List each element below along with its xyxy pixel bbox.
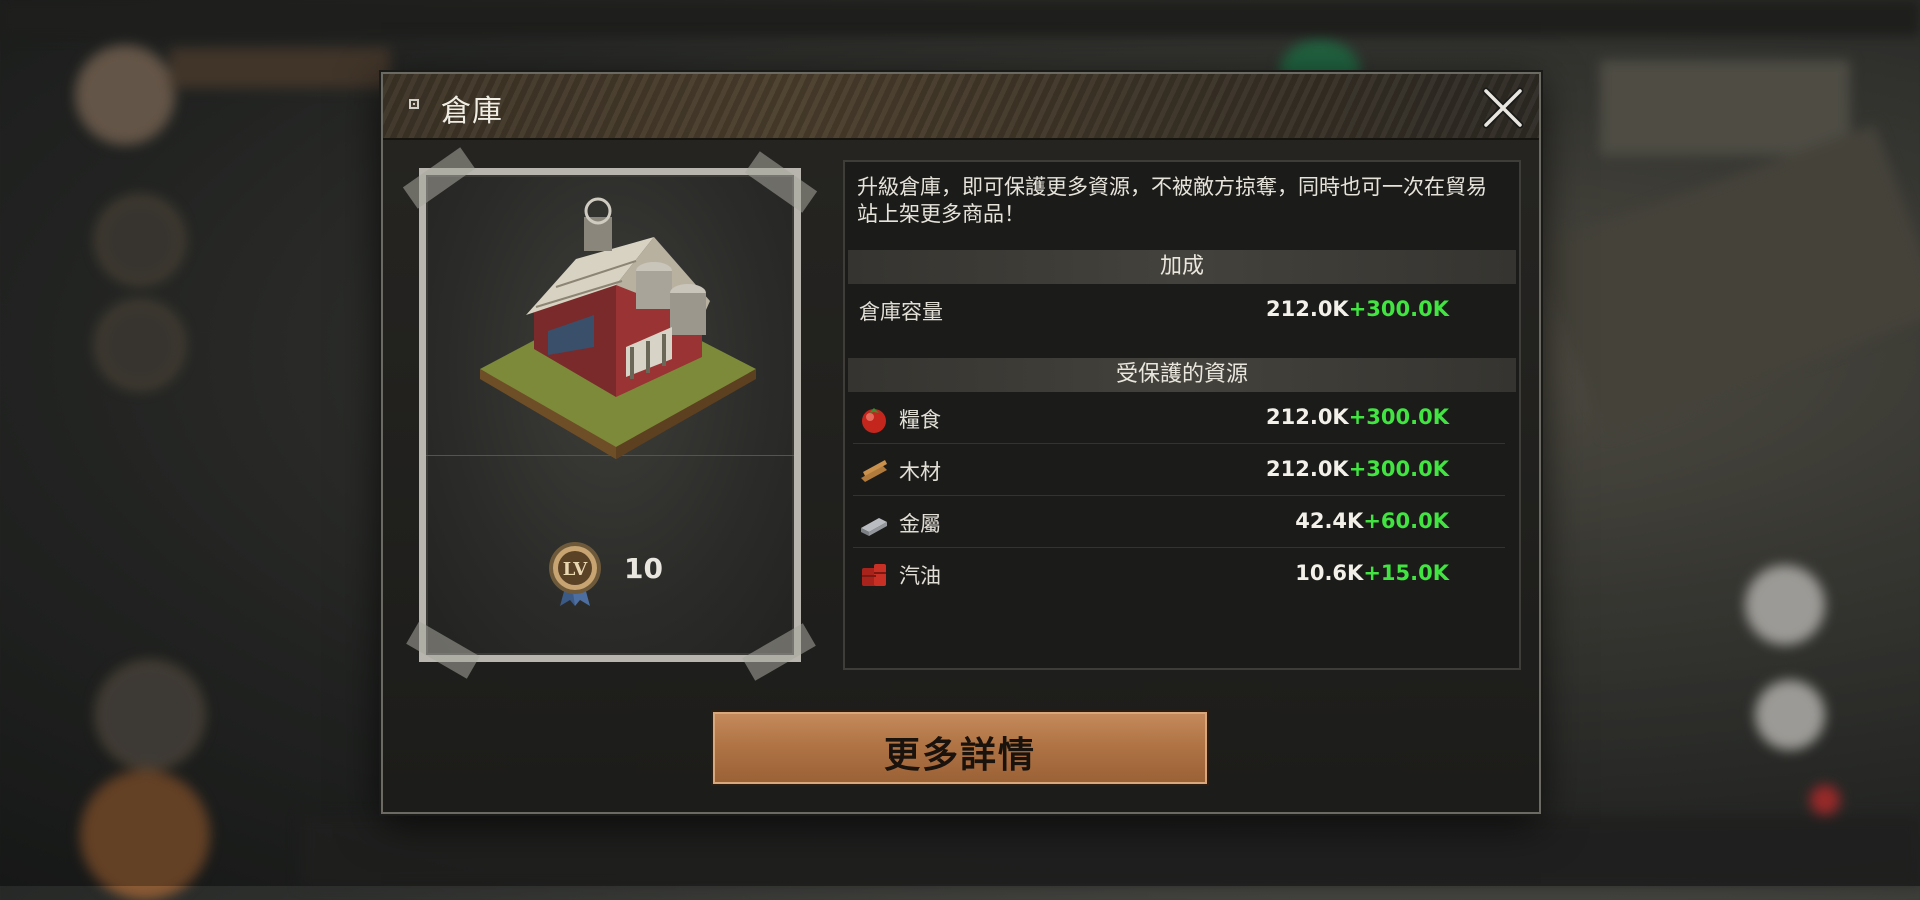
- stat-value: 212.0K+300.0K: [1266, 297, 1449, 321]
- resource-value: 212.0K+300.0K: [1266, 405, 1449, 429]
- resource-bonus-value: +300.0K: [1348, 405, 1449, 429]
- tape-decoration: [742, 623, 816, 681]
- resource-value: 42.4K+60.0K: [1295, 509, 1449, 533]
- dialog-header: 倉庫: [383, 74, 1539, 140]
- stat-bonus-value: +300.0K: [1348, 297, 1449, 321]
- protected-section-header: 受保護的資源: [848, 358, 1516, 392]
- oil-barrel-icon: [862, 564, 886, 586]
- resource-bonus-value: +60.0K: [1363, 509, 1449, 533]
- stat-label: 倉庫容量: [859, 300, 943, 324]
- metal-ingot-icon: [861, 518, 887, 536]
- resource-row-oil: 汽油 10.6K+15.0K: [845, 548, 1519, 600]
- resource-row-metal: 金屬 42.4K+60.0K: [845, 496, 1519, 548]
- dialog-title: 倉庫: [441, 94, 503, 129]
- tape-decoration: [402, 147, 476, 209]
- more-details-label: 更多詳情: [883, 735, 1036, 776]
- resource-label: 汽油: [899, 564, 941, 588]
- tape-decoration: [406, 621, 480, 679]
- stat-row-storage-capacity: 倉庫容量 212.0K+300.0K: [845, 284, 1519, 336]
- resource-value: 212.0K+300.0K: [1266, 457, 1449, 481]
- resource-label: 木材: [899, 460, 941, 484]
- warehouse-building-image: [480, 197, 756, 459]
- level-badge-icon: LV: [549, 542, 601, 606]
- resource-base-value: 212.0K: [1266, 457, 1349, 481]
- warehouse-dialog: 倉庫 LV 10 升級倉庫，即可保護更多資源，不被敵方掠奪，同時也可一次在貿易站…: [381, 72, 1541, 814]
- info-panel: 升級倉庫，即可保護更多資源，不被敵方掠奪，同時也可一次在貿易站上架更多商品！ 加…: [843, 160, 1521, 670]
- resource-base-value: 212.0K: [1266, 405, 1349, 429]
- close-x-icon: [1482, 87, 1524, 129]
- resource-row-wood: 木材 212.0K+300.0K: [845, 444, 1519, 496]
- resource-label: 金屬: [899, 512, 941, 536]
- level-badge-label: LV: [563, 559, 589, 580]
- resource-bonus-value: +300.0K: [1348, 457, 1449, 481]
- food-tomato-icon: [862, 408, 886, 433]
- resource-base-value: 10.6K: [1295, 561, 1364, 585]
- building-card: LV 10: [402, 147, 818, 681]
- building-description: 升級倉庫，即可保護更多資源，不被敵方掠奪，同時也可一次在貿易站上架更多商品！: [857, 175, 1487, 226]
- resource-row-food: 糧食 212.0K+300.0K: [845, 392, 1519, 444]
- resource-bonus-value: +15.0K: [1363, 561, 1449, 585]
- resource-label: 糧食: [899, 408, 941, 432]
- resource-value: 10.6K+15.0K: [1295, 561, 1449, 585]
- resource-base-value: 42.4K: [1295, 509, 1364, 533]
- stat-base-value: 212.0K: [1266, 297, 1349, 321]
- title-marker-icon: [409, 99, 419, 109]
- more-details-button[interactable]: 更多詳情: [711, 710, 1209, 786]
- building-level-value: 10: [624, 552, 663, 585]
- header-texture: [383, 74, 1539, 138]
- wood-planks-icon: [861, 460, 887, 482]
- bonus-section-header: 加成: [848, 250, 1516, 284]
- close-button[interactable]: [1479, 84, 1527, 132]
